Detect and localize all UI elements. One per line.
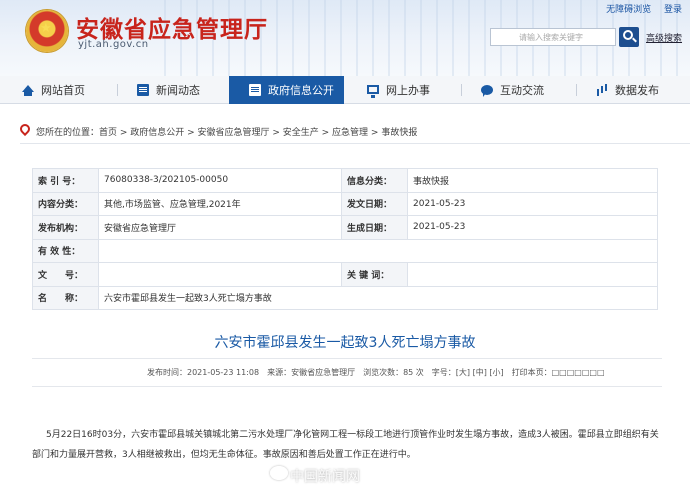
nav-item-data[interactable]: 数据发布 (596, 76, 659, 104)
nav-item-label: 网上办事 (386, 84, 430, 97)
name-label: 名 称： (32, 285, 99, 310)
info-category-label: 信息分类： (341, 168, 408, 193)
issue-date-value: 2021-05-23 (407, 191, 658, 216)
site-url: yjt.ah.gov.cn (78, 39, 149, 50)
nav-item-online-services[interactable]: 网上办事 (367, 76, 430, 104)
breadcrumb: 您所在的位置：首页 > 政府信息公开 > 安徽省应急管理厅 > 安全生产 > 应… (17, 121, 690, 141)
main-nav: 网站首页 新闻动态 政府信息公开 网上办事 互动交流 数据发布 (0, 76, 690, 104)
login-link[interactable]: 登录 (664, 5, 682, 15)
info-category-value: 事故快报 (407, 168, 658, 193)
doc-number-value (98, 262, 342, 287)
keywords-label: 关 键 词： (341, 262, 408, 287)
publish-info: 发布时间：2021-05-23 11:08 来源：安徽省应急管理厅 浏览次数：8… (147, 368, 605, 377)
monitor-icon (367, 84, 379, 98)
location-pin-icon (17, 121, 33, 137)
index-number-value: 76080338-3/202105-00050 (98, 168, 342, 193)
article-paragraph: 5月22日16时03分，六安市霍邱县城关镇城北第二污水处理厂净化管网工程一标段工… (32, 430, 659, 460)
nav-item-label: 新闻动态 (156, 84, 200, 97)
watermark: 中国新闻网 (290, 469, 360, 485)
table-row: 文 号： 关 键 词： (32, 262, 658, 287)
search-input[interactable]: 请输入搜索关键字 (490, 28, 616, 46)
chart-icon (596, 84, 608, 96)
nav-item-label: 网站首页 (41, 84, 85, 97)
nav-item-news[interactable]: 新闻动态 (137, 76, 200, 104)
table-row: 发布机构： 安徽省应急管理厅 生成日期： 2021-05-23 (32, 215, 658, 240)
divider (20, 143, 690, 144)
document-meta-table: 索 引 号： 76080338-3/202105-00050 信息分类： 事故快… (32, 168, 658, 310)
content-category-value: 其他,市场监管、应急管理,2021年 (98, 191, 342, 216)
document-icon (249, 84, 261, 96)
breadcrumb-text[interactable]: 您所在的位置：首页 > 政府信息公开 > 安徽省应急管理厅 > 安全生产 > 应… (36, 125, 417, 138)
search-button[interactable] (619, 27, 639, 47)
keywords-value (407, 262, 658, 287)
home-icon (22, 84, 34, 96)
nav-item-gov-info[interactable]: 政府信息公开 (229, 76, 344, 104)
national-emblem-icon: ★ (26, 10, 68, 52)
nav-item-interaction[interactable]: 互动交流 (481, 76, 544, 104)
news-icon (137, 84, 149, 96)
weibo-icon (270, 466, 288, 480)
nav-item-label: 政府信息公开 (268, 84, 334, 97)
index-number-label: 索 引 号： (32, 168, 99, 193)
content-category-label: 内容分类： (32, 191, 99, 216)
nav-item-label: 互动交流 (500, 84, 544, 97)
article-title: 六安市霍邱县发生一起致3人死亡塌方事故 (214, 335, 476, 351)
doc-number-label: 文 号： (32, 262, 99, 287)
nav-item-label: 数据发布 (615, 84, 659, 97)
accessibility-link[interactable]: 无障碍浏览 (606, 5, 651, 15)
validity-value (98, 238, 658, 263)
divider (32, 386, 662, 387)
top-links: 无障碍浏览 登录 (596, 2, 682, 15)
table-row: 内容分类： 其他,市场监管、应急管理,2021年 发文日期： 2021-05-2… (32, 191, 658, 216)
created-date-label: 生成日期： (341, 215, 408, 240)
table-row: 有 效 性： (32, 238, 658, 263)
publisher-value: 安徽省应急管理厅 (98, 215, 342, 240)
created-date-value: 2021-05-23 (407, 215, 658, 240)
advanced-search-link[interactable]: 高级搜索 (646, 31, 682, 44)
table-row: 索 引 号： 76080338-3/202105-00050 信息分类： 事故快… (32, 168, 658, 193)
chat-icon (481, 85, 493, 97)
divider (32, 358, 662, 359)
validity-label: 有 效 性： (32, 238, 99, 263)
publisher-label: 发布机构： (32, 215, 99, 240)
site-header: ★ 安徽省应急管理厅 yjt.ah.gov.cn 无障碍浏览 登录 请输入搜索关… (0, 0, 690, 76)
issue-date-label: 发文日期： (341, 191, 408, 216)
nav-item-home[interactable]: 网站首页 (22, 76, 85, 104)
table-row: 名 称： 六安市霍邱县发生一起致3人死亡塌方事故 (32, 285, 658, 310)
name-value: 六安市霍邱县发生一起致3人死亡塌方事故 (98, 285, 658, 310)
